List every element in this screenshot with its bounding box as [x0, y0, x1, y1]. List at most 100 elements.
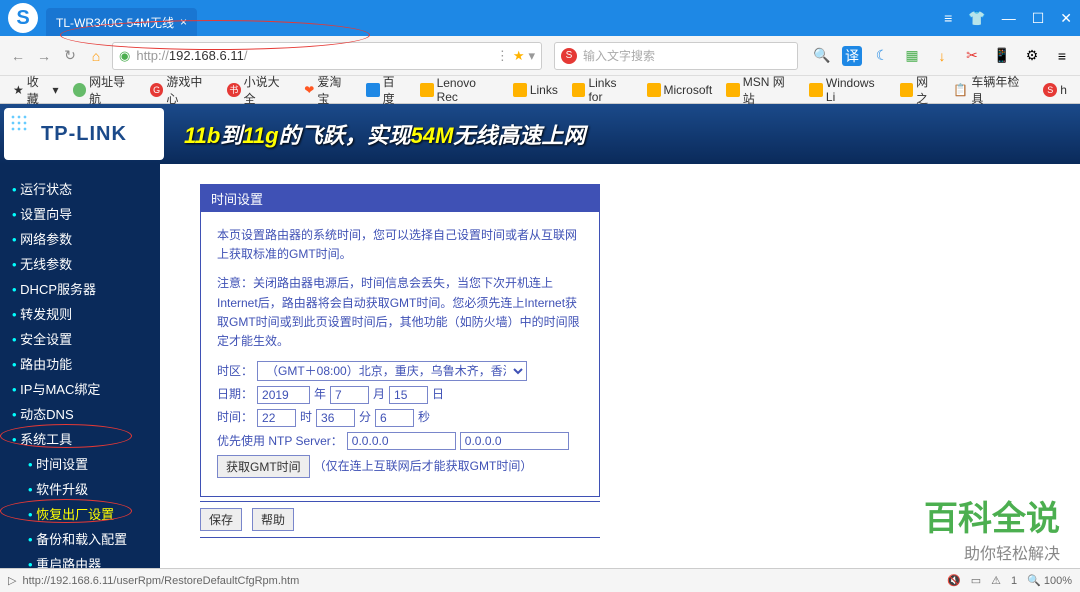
url-host: 192.168.6.11: [169, 48, 244, 63]
sogou-icon: S: [561, 48, 577, 64]
bookmark-baidu[interactable]: 百度: [361, 71, 411, 109]
dropdown-icon[interactable]: ▾: [528, 48, 535, 64]
phone-icon[interactable]: 📱: [992, 46, 1012, 66]
night-icon[interactable]: ☾: [872, 46, 892, 66]
watermark: 百科全说 助你轻松解决: [924, 491, 1060, 564]
home-icon[interactable]: ⌂: [86, 46, 106, 66]
bookmark-lenovo[interactable]: Lenovo Rec: [415, 74, 504, 106]
warn-icon[interactable]: ⚠: [991, 574, 1001, 587]
forward-icon[interactable]: →: [34, 46, 54, 66]
reload-icon[interactable]: ↻: [60, 46, 80, 66]
menu-status[interactable]: 运行状态: [0, 176, 160, 201]
bookmark-ms[interactable]: Microsoft: [642, 81, 718, 99]
submenu-upgrade[interactable]: 软件升级: [0, 476, 160, 501]
url-input[interactable]: ◉ http:// 192.168.6.11 / ⋮ ★ ▾: [112, 42, 542, 70]
bookmark-nav[interactable]: 网址导航: [68, 71, 141, 109]
year-input[interactable]: [257, 386, 310, 404]
bookmark-car[interactable]: 📋车辆年检具: [948, 71, 1034, 109]
menu-forward[interactable]: 转发规则: [0, 301, 160, 326]
panel-title: 时间设置: [201, 185, 599, 212]
maximize-icon[interactable]: ☐: [1032, 10, 1045, 27]
time-label: 时间：: [217, 408, 253, 427]
tab-close-icon[interactable]: ×: [180, 15, 187, 29]
menu-wizard[interactable]: 设置向导: [0, 201, 160, 226]
ntp2-input[interactable]: [460, 432, 569, 450]
panel-note: 注意：关闭路由器电源后，时间信息会丢失，当您下次开机连上Internet后，路由…: [217, 274, 583, 351]
menu-bars-icon[interactable]: ≡: [1052, 46, 1072, 66]
gmt-note: （仅在连上互联网后才能获取GMT时间）: [314, 457, 533, 476]
star-icon[interactable]: ★: [513, 48, 525, 64]
month-input[interactable]: [330, 386, 369, 404]
status-bar: ▷ http://192.168.6.11/userRpm/RestoreDef…: [0, 568, 1080, 592]
minimize-icon[interactable]: —: [1002, 10, 1016, 27]
save-button[interactable]: 保存: [200, 508, 242, 531]
tplink-logo: TP-LINK: [4, 108, 164, 160]
url-menu-icon[interactable]: ⋮: [496, 48, 509, 64]
sidebar-menu: 运行状态 设置向导 网络参数 无线参数 DHCP服务器 转发规则 安全设置 路由…: [0, 164, 160, 568]
bookmark-bar: ★ 收藏 ▾ 网址导航 G游戏中心 书小说大全 ❤爱淘宝 百度 Lenovo R…: [0, 76, 1080, 104]
submenu-time[interactable]: 时间设置: [0, 451, 160, 476]
search-icon[interactable]: 🔍: [812, 46, 832, 66]
tab-title: TL-WR340G 54M无线: [56, 14, 174, 31]
menu-dhcp[interactable]: DHCP服务器: [0, 276, 160, 301]
download-icon[interactable]: ↓: [932, 46, 952, 66]
menu-systools[interactable]: 系统工具: [0, 426, 160, 451]
second-input[interactable]: [375, 409, 414, 427]
submenu-reboot[interactable]: 重启路由器: [0, 551, 160, 568]
submenu-factory-reset[interactable]: 恢复出厂设置: [0, 501, 160, 526]
day-input[interactable]: [389, 386, 428, 404]
hour-input[interactable]: [257, 409, 296, 427]
date-label: 日期：: [217, 385, 253, 404]
bookmark-linksfor[interactable]: Links for: [567, 74, 638, 106]
watermark-sub: 助你轻松解决: [924, 540, 1060, 564]
bookmark-sh[interactable]: Sh: [1038, 81, 1072, 99]
tz-select[interactable]: （GMT＋08:00）北京，重庆，乌鲁木齐，香港特别行政区，台北: [257, 361, 527, 381]
submenu-backup[interactable]: 备份和载入配置: [0, 526, 160, 551]
window-controls: ≡ 👕 — ☐ ✕: [944, 10, 1072, 27]
shield-icon: ◉: [119, 48, 130, 64]
menu-wireless[interactable]: 无线参数: [0, 251, 160, 276]
ntp-label: 优先使用 NTP Server：: [217, 432, 343, 451]
bookmark-links[interactable]: Links: [508, 81, 563, 99]
panel-desc: 本页设置路由器的系统时间，您可以选择自己设置时间或者从互联网上获取标准的GMT时…: [217, 226, 583, 264]
menu-routing[interactable]: 路由功能: [0, 351, 160, 376]
close-icon[interactable]: ✕: [1060, 10, 1072, 27]
menu-ipmac[interactable]: IP与MAC绑定: [0, 376, 160, 401]
url-path: /: [244, 48, 248, 63]
watermark-title: 百科全说: [924, 491, 1060, 540]
bookmark-taobao[interactable]: ❤爱淘宝: [299, 71, 357, 109]
browser-logo: S: [8, 3, 38, 33]
bookmark-game[interactable]: G游戏中心: [145, 71, 218, 109]
bookmark-msn[interactable]: MSN 网站: [721, 71, 800, 109]
zoom-level[interactable]: 🔍 100%: [1027, 574, 1072, 587]
browser-tab[interactable]: TL-WR340G 54M无线 ×: [46, 8, 197, 36]
tz-label: 时区：: [217, 362, 253, 381]
menu-icon[interactable]: ≡: [944, 10, 952, 27]
skin-icon[interactable]: 👕: [968, 10, 985, 27]
banner-slogan: 11b到11g的飞跃，实现54M无线高速上网: [184, 118, 585, 150]
bookmark-novel[interactable]: 书小说大全: [222, 71, 295, 109]
grid-icon[interactable]: ▦: [902, 46, 922, 66]
title-bar: S TL-WR340G 54M无线 × ≡ 👕 — ☐ ✕: [0, 0, 1080, 36]
menu-network[interactable]: 网络参数: [0, 226, 160, 251]
get-gmt-button[interactable]: 获取GMT时间: [217, 455, 310, 478]
router-banner: TP-LINK 11b到11g的飞跃，实现54M无线高速上网: [0, 104, 1080, 164]
bookmark-wz[interactable]: 网之: [895, 71, 945, 109]
bookmark-fav[interactable]: ★ 收藏 ▾: [8, 71, 64, 109]
back-icon[interactable]: ←: [8, 46, 28, 66]
scissors-icon[interactable]: ✂: [962, 46, 982, 66]
bookmark-win[interactable]: Windows Li: [804, 74, 890, 106]
play-icon[interactable]: ▷: [8, 574, 16, 587]
mute-icon[interactable]: 🔇: [947, 574, 961, 587]
search-input[interactable]: S 输入文字搜索: [554, 42, 798, 70]
translate-icon[interactable]: 译: [842, 46, 862, 66]
warn-count: 1: [1011, 575, 1017, 587]
ntp1-input[interactable]: [347, 432, 456, 450]
menu-ddns[interactable]: 动态DNS: [0, 401, 160, 426]
help-button[interactable]: 帮助: [252, 508, 294, 531]
content-area: 时间设置 本页设置路由器的系统时间，您可以选择自己设置时间或者从互联网上获取标准…: [160, 164, 1080, 568]
minute-input[interactable]: [316, 409, 355, 427]
read-icon[interactable]: ▭: [971, 574, 981, 587]
gear-icon[interactable]: ⚙: [1022, 46, 1042, 66]
menu-security[interactable]: 安全设置: [0, 326, 160, 351]
